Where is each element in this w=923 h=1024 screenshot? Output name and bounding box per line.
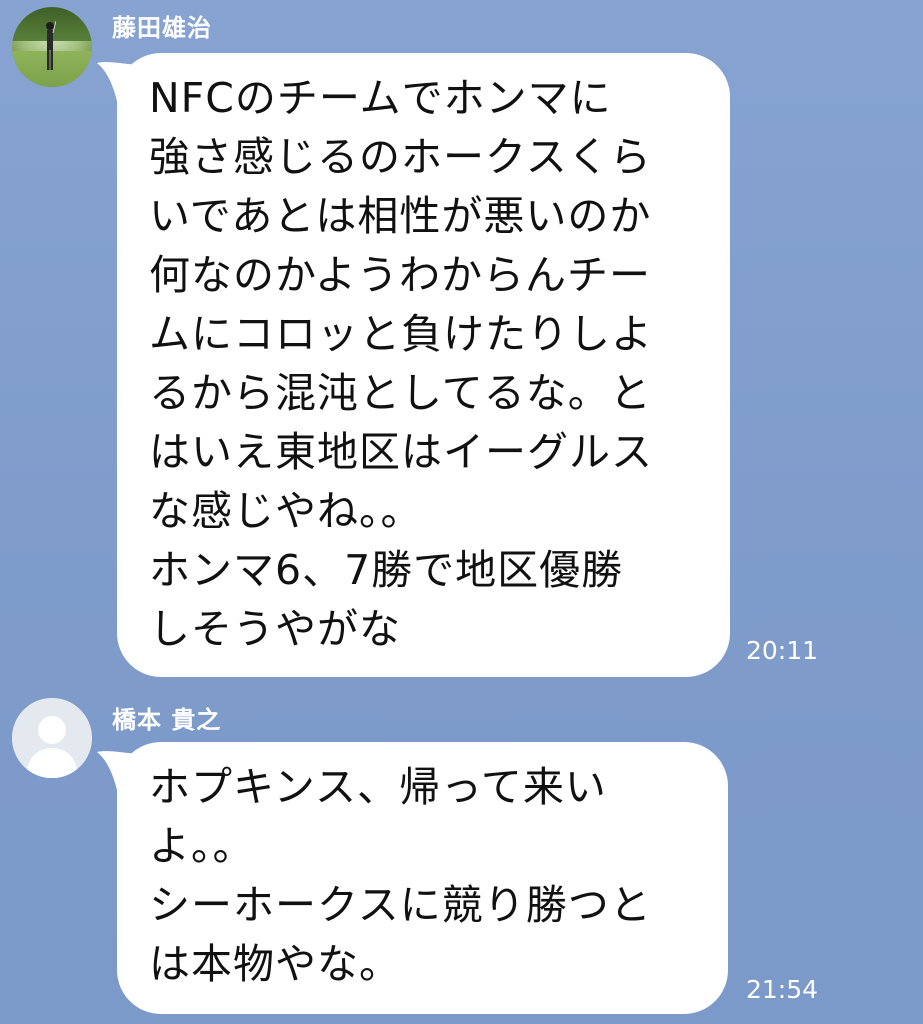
default-person-icon: [12, 698, 92, 778]
message-text: ホプキンス、帰って来い よ。。 シーホークスに競り勝つと は本物やな。: [149, 763, 652, 988]
message-timestamp: 20:11: [746, 636, 819, 665]
golfer-figure-icon: [46, 21, 56, 70]
message-row: 橋本 貴之 ホプキンス、帰って来い よ。。 シーホークスに競り勝つと は本物やな…: [0, 690, 923, 1024]
sender-name: 藤田雄治: [112, 14, 212, 42]
message-row: 藤田雄治 NFCのチームでホンマに 強さ感じるのホークスくら いであとは相性が悪…: [0, 0, 923, 690]
message-bubble[interactable]: ホプキンス、帰って来い よ。。 シーホークスに競り勝つと は本物やな。: [97, 742, 728, 1014]
sender-avatar[interactable]: [12, 7, 92, 87]
message-bubble[interactable]: NFCのチームでホンマに 強さ感じるのホークスくら いであとは相性が悪いのか 何…: [97, 53, 730, 677]
sender-avatar[interactable]: [12, 698, 92, 778]
sender-name: 橋本 貴之: [112, 706, 222, 734]
message-timestamp: 21:54: [746, 975, 819, 1004]
chat-thread[interactable]: 藤田雄治 NFCのチームでホンマに 強さ感じるのホークスくら いであとは相性が悪…: [0, 0, 923, 1024]
bubble-tail: [97, 751, 137, 790]
message-text: NFCのチームでホンマに 強さ感じるのホークスくら いであとは相性が悪いのか 何…: [149, 74, 653, 653]
bubble-tail: [97, 62, 137, 101]
